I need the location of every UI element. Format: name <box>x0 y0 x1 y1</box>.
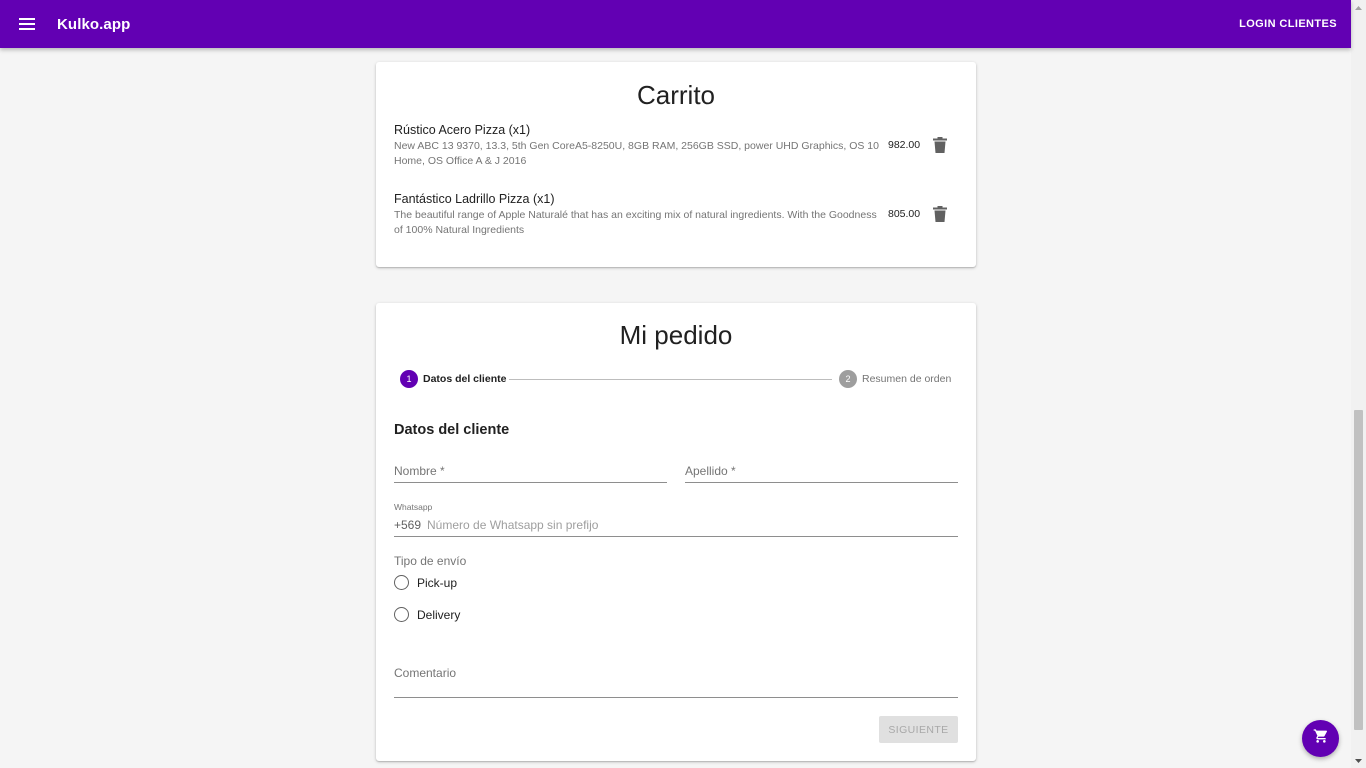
radio-circle[interactable] <box>394 575 409 590</box>
shipping-legend: Tipo de envío <box>394 554 467 568</box>
apellido-label: Apellido * <box>685 464 736 478</box>
nombre-field[interactable]: Nombre * <box>394 461 667 483</box>
scroll-down-arrow-icon[interactable] <box>1351 753 1366 768</box>
cart-item-description: The beautiful range of Apple Naturalé th… <box>394 209 877 236</box>
cart-icon <box>1313 728 1329 749</box>
trash-icon[interactable] <box>933 137 947 153</box>
order-title: Mi pedido <box>619 320 733 350</box>
whatsapp-prefix: +569 <box>394 518 422 532</box>
cart-item: Fantástico Ladrillo Pizza (x1) The beaut… <box>394 192 964 238</box>
app-bar: Kulko.app LOGIN CLIENTES <box>0 0 1351 48</box>
step-1-circle[interactable]: 1 <box>400 370 418 388</box>
scroll-up-arrow-icon[interactable] <box>1351 0 1366 15</box>
nombre-label: Nombre * <box>394 464 445 478</box>
comment-field[interactable]: Comentario <box>394 663 958 698</box>
step-2-label[interactable]: Resumen de orden <box>862 373 951 385</box>
cart-card: Carrito Rústico Acero Pizza (x1) New ABC… <box>376 62 976 267</box>
cart-title: Carrito <box>636 80 715 110</box>
step-2-circle[interactable]: 2 <box>839 370 857 388</box>
cart-item-name: Rústico Acero Pizza (x1) <box>394 123 531 137</box>
cart-item-description: New ABC 13 9370, 13.3, 5th Gen CoreA5-82… <box>394 140 879 167</box>
stepper: 1 Datos del cliente 2 Resumen de orden <box>400 370 952 388</box>
cart-item-price: 982.00 <box>888 139 921 151</box>
radio-delivery[interactable]: Delivery <box>394 607 460 622</box>
cart-fab-button[interactable] <box>1302 720 1339 757</box>
scrollbar[interactable] <box>1351 0 1366 768</box>
section-title: Datos del cliente <box>394 422 510 438</box>
app-title[interactable]: Kulko.app <box>57 16 130 33</box>
login-clientes-button[interactable]: LOGIN CLIENTES <box>1237 12 1339 36</box>
scrollbar-thumb[interactable] <box>1354 410 1363 730</box>
apellido-field[interactable]: Apellido * <box>685 461 958 483</box>
radio-circle[interactable] <box>394 607 409 622</box>
order-card: Mi pedido 1 Datos del cliente 2 Resumen … <box>376 303 976 761</box>
radio-label: Delivery <box>417 607 461 622</box>
cart-item-price: 805.00 <box>888 208 921 220</box>
step-1-label[interactable]: Datos del cliente <box>423 373 506 385</box>
step-connector <box>509 379 832 380</box>
whatsapp-label: Whatsapp <box>394 502 433 512</box>
next-button[interactable]: SIGUIENTE <box>879 716 958 743</box>
cart-item-name: Fantástico Ladrillo Pizza (x1) <box>394 192 555 206</box>
cart-item: Rústico Acero Pizza (x1) New ABC 13 9370… <box>394 123 964 169</box>
radio-label: Pick-up <box>417 575 458 590</box>
comment-label: Comentario <box>394 666 457 680</box>
radio-pickup[interactable]: Pick-up <box>394 575 457 590</box>
whatsapp-placeholder: Número de Whatsapp sin prefijo <box>427 518 599 532</box>
menu-icon[interactable] <box>15 12 39 36</box>
trash-icon[interactable] <box>933 206 947 222</box>
whatsapp-field[interactable]: Whatsapp +569 Número de Whatsapp sin pre… <box>394 499 958 537</box>
